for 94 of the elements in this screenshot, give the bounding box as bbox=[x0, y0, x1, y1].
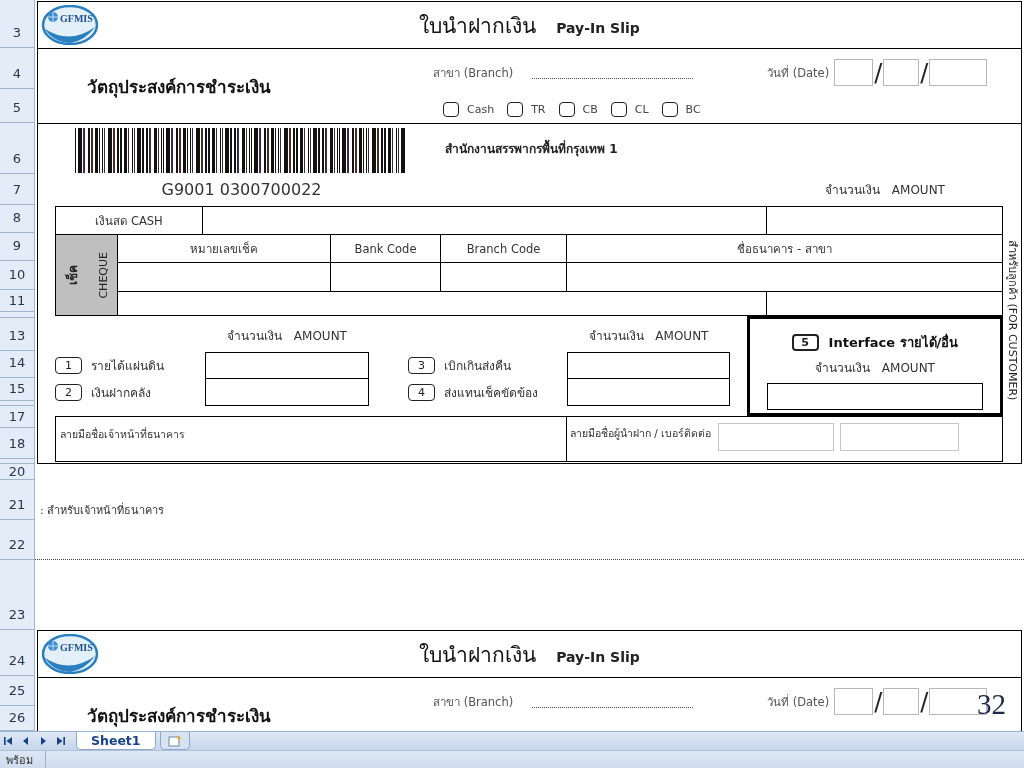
amount-field[interactable] bbox=[567, 378, 730, 406]
date-separator: / bbox=[920, 59, 929, 86]
date-field[interactable] bbox=[834, 59, 874, 86]
date-field[interactable] bbox=[834, 688, 874, 715]
column-header: ชื่อธนาคาร - สาขา bbox=[567, 235, 1003, 263]
logo-text: GFMIS bbox=[60, 13, 93, 24]
amount-header: จำนวนเงิน AMOUNT bbox=[588, 328, 709, 345]
row-header[interactable]: 8 bbox=[0, 205, 35, 233]
date-field[interactable] bbox=[883, 59, 920, 86]
branch-label: สาขา (Branch) bbox=[433, 693, 514, 711]
deposit-type-label: เบิกเกินส่งคืน bbox=[444, 358, 511, 375]
item-number: 1 bbox=[55, 357, 82, 374]
row-header[interactable]: 10 bbox=[0, 261, 35, 290]
branch-label: สาขา (Branch) bbox=[433, 64, 514, 82]
date-label: วันที่ (Date) bbox=[767, 693, 830, 711]
checkbox-label: CB bbox=[582, 103, 598, 116]
entry-field[interactable] bbox=[718, 423, 835, 451]
row-header[interactable]: 25 bbox=[0, 676, 35, 706]
row-header[interactable]: 15 bbox=[0, 378, 35, 401]
entry-field[interactable] bbox=[840, 423, 960, 451]
new-sheet-icon bbox=[167, 734, 182, 747]
date-separator: / bbox=[874, 688, 883, 715]
amount-field[interactable] bbox=[205, 352, 369, 379]
deposit-type-label: รายได้แผ่นดิน bbox=[91, 358, 164, 375]
row-label: เงินสด CASH bbox=[56, 207, 203, 235]
barcode-number: G9001 0300700022 bbox=[161, 180, 322, 199]
cheque-label: เช็ค bbox=[64, 265, 82, 285]
row-header[interactable]: 11 bbox=[0, 290, 35, 312]
date-label: วันที่ (Date) bbox=[767, 64, 830, 82]
skip-to-last-icon bbox=[54, 737, 65, 745]
amount-header: จำนวนเงิน AMOUNT bbox=[815, 360, 935, 377]
skip-to-first-icon bbox=[3, 737, 14, 745]
payment-purpose-label: วัตถุประสงค์การชำระเงิน bbox=[87, 704, 271, 729]
slip-title: ใบนำฝากเงิน bbox=[419, 641, 537, 669]
row-header[interactable]: 13 bbox=[0, 318, 35, 351]
row-header[interactable]: 26 bbox=[0, 706, 35, 731]
column-header: Branch Code bbox=[441, 235, 567, 263]
deposit-type-label: ส่งแทนเช็คขัดข้อง bbox=[444, 384, 538, 402]
sheet-tab[interactable]: Sheet1 bbox=[76, 732, 156, 750]
page-number: 32 bbox=[977, 688, 1006, 720]
item-number: 4 bbox=[408, 384, 435, 401]
item-number: 2 bbox=[55, 384, 82, 401]
row-header[interactable]: 5 bbox=[0, 89, 35, 123]
row-header[interactable]: 4 bbox=[0, 48, 35, 89]
date-separator: / bbox=[874, 59, 883, 86]
row-header[interactable]: 21 bbox=[0, 480, 35, 520]
row-header[interactable]: 7 bbox=[0, 174, 35, 205]
globe-logo-icon bbox=[41, 5, 99, 45]
status-text: พร้อม bbox=[6, 752, 33, 768]
checkbox[interactable] bbox=[507, 102, 524, 117]
amount-field[interactable] bbox=[205, 378, 369, 406]
row-header[interactable]: 23 bbox=[0, 560, 35, 630]
cheque-label: CHEQUE bbox=[96, 251, 110, 299]
customer-copy-label: สำหรับลูกค้า (FOR CUSTOMER) bbox=[1005, 240, 1020, 401]
globe-logo-icon bbox=[41, 634, 99, 674]
row-header[interactable]: 20 bbox=[0, 464, 35, 480]
amount-header: จำนวนเงิน AMOUNT bbox=[227, 328, 347, 345]
date-field[interactable] bbox=[883, 688, 920, 715]
slip-title-english: Pay-In Slip bbox=[556, 19, 640, 36]
row-header[interactable]: 14 bbox=[0, 351, 35, 378]
checkbox[interactable] bbox=[443, 102, 459, 117]
row-header[interactable]: 9 bbox=[0, 233, 35, 261]
column-header: หมายเลขเช็ค bbox=[118, 235, 331, 263]
deposit-type-label: เงินฝากคลัง bbox=[91, 385, 151, 402]
item-number: 5 bbox=[791, 334, 819, 351]
interface-label: Interface รายได้/อื่น bbox=[828, 332, 959, 352]
date-separator: / bbox=[920, 688, 929, 715]
slip-title: ใบนำฝากเงิน bbox=[419, 12, 537, 40]
date-field[interactable] bbox=[929, 59, 988, 86]
slip-title-english: Pay-In Slip bbox=[556, 648, 640, 665]
row-header[interactable]: 24 bbox=[0, 630, 35, 676]
checkbox-label: Cash bbox=[467, 103, 495, 116]
item-number: 3 bbox=[408, 357, 435, 374]
amount-header: จำนวนเงิน AMOUNT bbox=[825, 182, 945, 199]
row-header[interactable]: 17 bbox=[0, 406, 35, 428]
row-header[interactable]: 3 bbox=[0, 0, 35, 48]
row-header[interactable]: 6 bbox=[0, 123, 35, 174]
row-header[interactable]: 22 bbox=[0, 520, 35, 560]
payment-purpose-label: วัตถุประสงค์การชำระเงิน bbox=[87, 75, 271, 100]
logo-text: GFMIS bbox=[60, 642, 93, 653]
bank-copy-label: : สำหรับเจ้าหน้าที่ธนาคาร bbox=[40, 501, 165, 519]
checkbox-label: BC bbox=[685, 103, 701, 116]
checkbox-label: CL bbox=[634, 103, 649, 116]
row-header[interactable]: 18 bbox=[0, 428, 35, 459]
checkbox[interactable] bbox=[558, 102, 575, 117]
checkbox[interactable] bbox=[661, 102, 678, 117]
amount-field[interactable] bbox=[767, 383, 983, 410]
signature-label: ลายมือชื่อเจ้าหน้าที่ธนาคาร bbox=[60, 426, 185, 442]
amount-field[interactable] bbox=[567, 352, 730, 379]
column-header: Bank Code bbox=[331, 235, 441, 263]
checkbox-label: TR bbox=[531, 103, 546, 116]
checkbox[interactable] bbox=[610, 102, 627, 117]
signature-label: ลายมือชื่อผู้นำฝาก / เบอร์ติดต่อ bbox=[570, 425, 712, 442]
office-name: สำนักงานสรรพากรพื้นที่กรุงเทพ 1 bbox=[445, 139, 618, 158]
